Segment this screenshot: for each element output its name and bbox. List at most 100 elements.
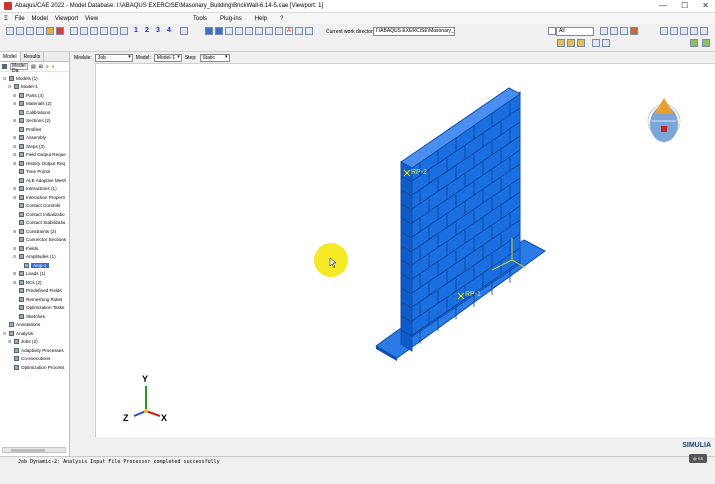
- tree-item[interactable]: Contact Controls: [13, 202, 60, 210]
- tree-item[interactable]: ⊞ Assembly: [13, 134, 46, 142]
- arrow-annotate-icon[interactable]: [275, 27, 283, 35]
- tree-item[interactable]: ⊟ Model-1: [8, 83, 38, 91]
- tree-item[interactable]: ⊞ Constraints (2): [13, 227, 56, 235]
- tree-item[interactable]: ⊟ Amplitudes (1): [13, 253, 56, 261]
- tree-expander-icon[interactable]: ⊞: [13, 93, 17, 98]
- selection-filter-select[interactable]: All: [556, 27, 594, 36]
- tree-item[interactable]: ⊞ Interactions (1): [13, 185, 57, 193]
- tree-expander-icon[interactable]: ⊞: [13, 118, 17, 123]
- tree-expander-icon[interactable]: ⊞: [13, 229, 17, 234]
- render-filled-icon[interactable]: [235, 27, 243, 35]
- view-number-1[interactable]: 1: [134, 27, 138, 34]
- new-file-icon[interactable]: [6, 27, 14, 35]
- tree-item[interactable]: Contact Initializatio: [13, 210, 65, 218]
- tree-item[interactable]: ALE Adaptive Mesh: [13, 176, 66, 184]
- tree-item[interactable]: ⊞ Interaction Properti: [13, 193, 65, 201]
- menu-plugins[interactable]: Plug-ins: [220, 16, 242, 22]
- tree-item[interactable]: Annotations: [3, 321, 40, 329]
- maximize-button[interactable]: ☐: [681, 1, 688, 10]
- viewport-icon-2[interactable]: [80, 27, 88, 35]
- tree-expander-icon[interactable]: ⊞: [13, 152, 17, 157]
- table-icon[interactable]: [255, 27, 263, 35]
- tree-expander-icon[interactable]: ⊟: [8, 84, 12, 89]
- iso-view-icon[interactable]: [180, 27, 188, 35]
- display-group-icon-4[interactable]: [592, 39, 600, 47]
- viewport-icon-3[interactable]: [90, 27, 98, 35]
- tree-item[interactable]: Amp-1: [18, 261, 49, 269]
- model-select[interactable]: Model-1: [153, 53, 182, 62]
- tree-expander-icon[interactable]: ⊞: [13, 280, 17, 285]
- render-shaded-icon[interactable]: [205, 27, 213, 35]
- tree-expander-icon[interactable]: ⊞: [13, 186, 17, 191]
- tree-item[interactable]: ⊞ Fields: [13, 244, 38, 252]
- tree-search-icon[interactable]: ⌕: [46, 64, 49, 70]
- tree-item[interactable]: ⊞ Jobs (2): [8, 338, 38, 346]
- module-select[interactable]: Job: [94, 53, 133, 62]
- tree-filter-icon[interactable]: ▤: [31, 64, 36, 70]
- select-icon-2[interactable]: [610, 27, 618, 35]
- context-help-icon[interactable]: ?: [280, 16, 283, 22]
- select-icon-1[interactable]: [600, 27, 608, 35]
- pan-icon[interactable]: [660, 27, 668, 35]
- tree-expander-icon[interactable]: ⊟: [13, 254, 17, 259]
- magnifier-icon[interactable]: [265, 27, 273, 35]
- tree-item[interactable]: ⊟ Analysis: [3, 329, 33, 337]
- tree-item[interactable]: Optimization Process: [8, 363, 64, 371]
- tree-expander-icon[interactable]: ⊞: [13, 144, 17, 149]
- select-cursor-icon[interactable]: [548, 27, 556, 35]
- tree-expander-icon[interactable]: ⊞: [13, 101, 17, 106]
- viewport[interactable]: RP-2 RP-1 Y Z X: [95, 63, 715, 437]
- stop-icon[interactable]: [56, 27, 64, 35]
- view-cube-icon-2[interactable]: [702, 39, 710, 47]
- fit-view-icon[interactable]: [700, 27, 708, 35]
- abaqus-menu-icon[interactable]: Ξ: [4, 16, 8, 22]
- tree-item[interactable]: ⊞ Parts (4): [13, 91, 44, 99]
- tree-item[interactable]: Optimization Tasks: [13, 304, 64, 312]
- tree-item[interactable]: Co-executions: [8, 355, 50, 363]
- tree-item[interactable]: ⊞ Materials (2): [13, 100, 52, 108]
- tree-item[interactable]: Adaptivity Processes: [8, 346, 64, 354]
- tree-bulb-icon[interactable]: ♦: [52, 64, 55, 70]
- tree-item[interactable]: ⊞ Field Output Reque: [13, 151, 66, 159]
- tree-expander-icon[interactable]: ⊞: [13, 271, 17, 276]
- query-icon[interactable]: [46, 27, 54, 35]
- menu-model[interactable]: Model: [32, 16, 48, 22]
- text-annotate-icon[interactable]: A: [285, 27, 293, 35]
- tree-expander-icon[interactable]: ⊞: [13, 195, 17, 200]
- open-file-icon[interactable]: [16, 27, 24, 35]
- tree-item[interactable]: Connector Sections: [13, 236, 66, 244]
- viewport-icon-5[interactable]: [110, 27, 118, 35]
- tree-item[interactable]: Contact Stabilizatio: [13, 219, 65, 227]
- select-icon-3[interactable]: [620, 27, 628, 35]
- menu-file[interactable]: File: [15, 16, 25, 22]
- menu-view[interactable]: View: [85, 16, 98, 22]
- tree-item[interactable]: Sketches: [13, 312, 45, 320]
- view-number-4[interactable]: 4: [167, 27, 171, 34]
- tree-item[interactable]: ⊟ Models (1): [3, 74, 38, 82]
- close-button[interactable]: ✕: [702, 1, 709, 10]
- grid-icon[interactable]: [245, 27, 253, 35]
- zoom-box-icon[interactable]: [690, 27, 698, 35]
- menu-help[interactable]: Help: [255, 16, 267, 22]
- tab-model[interactable]: Model: [0, 52, 21, 61]
- workdir-field[interactable]: I:\ABAQUS EXERCISE\Masonary_Building: [373, 27, 455, 36]
- view-number-3[interactable]: 3: [156, 27, 160, 34]
- viewport-icon-1[interactable]: [70, 27, 78, 35]
- tree-item[interactable]: Remeshing Rules: [13, 295, 62, 303]
- menu-tools[interactable]: Tools: [193, 16, 207, 22]
- tree-horizontal-scrollbar[interactable]: [2, 447, 66, 453]
- select-icon-4[interactable]: [630, 27, 638, 35]
- zoom-icon[interactable]: [680, 27, 688, 35]
- tab-results[interactable]: Results: [21, 52, 45, 61]
- view-cube-icon-1[interactable]: [690, 39, 698, 47]
- viewport-icon-4[interactable]: [100, 27, 108, 35]
- tree-expander-icon[interactable]: ⊞: [8, 339, 12, 344]
- tree-expander-icon[interactable]: ⊟: [3, 331, 7, 336]
- print-icon[interactable]: [36, 27, 44, 35]
- tree-item[interactable]: ⊞ BCs (2): [13, 278, 42, 286]
- tree-item[interactable]: Time Points: [13, 168, 50, 176]
- link-icon[interactable]: [295, 27, 303, 35]
- render-hidden-icon[interactable]: [225, 27, 233, 35]
- save-icon[interactable]: [26, 27, 34, 35]
- display-group-icon-1[interactable]: [557, 39, 565, 47]
